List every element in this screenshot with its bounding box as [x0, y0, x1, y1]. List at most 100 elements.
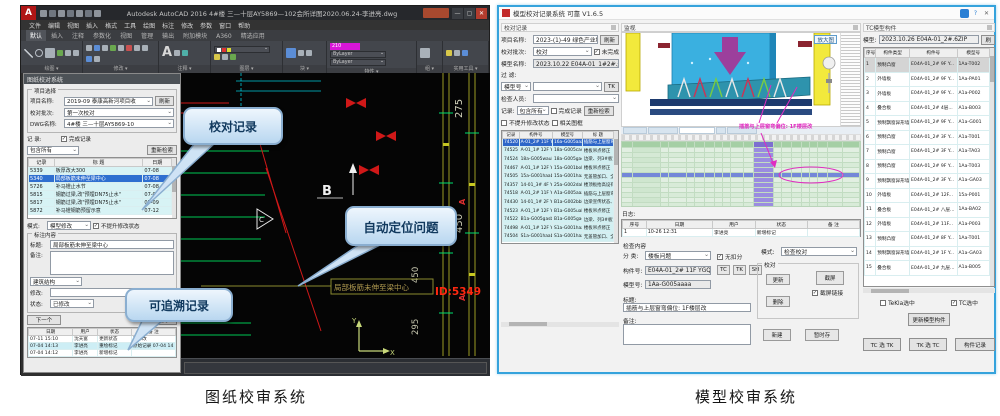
table-row[interactable]: 74520A-01_2# 11F YGC16a-G005aaaaa插筋与上层窗弯…: [503, 138, 614, 147]
measure-tool-icon[interactable]: [446, 50, 452, 56]
modify-tool-icon[interactable]: [86, 45, 92, 51]
table-row[interactable]: 7443014-01_1# 2F YGCB1a-G002bbbda边梁宣传状态、…: [503, 198, 614, 207]
panel-label[interactable]: 组: [417, 65, 442, 73]
feedback-icon[interactable]: [960, 9, 969, 18]
table-row[interactable]: 3外墙板E04A-01_2# 9F Y...A1a-P002: [865, 87, 990, 102]
ribbon-tab[interactable]: 参数化: [89, 30, 115, 41]
text-tool-icon[interactable]: A: [162, 47, 172, 59]
modify-tool-icon[interactable]: [134, 45, 140, 51]
tc-to-tk-button[interactable]: TC 选 TK: [863, 338, 901, 351]
maximize-icon[interactable]: [464, 8, 475, 19]
sheet-toolbar[interactable]: [621, 134, 861, 141]
circle-tool-icon[interactable]: [35, 49, 43, 57]
menu-item[interactable]: 窗口: [219, 21, 231, 30]
sheet-tab[interactable]: [716, 127, 726, 134]
table-row[interactable]: 10外墙板E04A-01_2# 12F...15a-P001: [865, 188, 990, 203]
part-record-button[interactable]: 构件记录: [955, 338, 995, 351]
h-scrollbar[interactable]: [501, 322, 619, 327]
title-input[interactable]: 插筋与上层窗弯偏位: 1F楼层改: [623, 303, 751, 312]
tc-select-checkbox[interactable]: [951, 300, 957, 306]
command-line[interactable]: [181, 358, 490, 376]
title-input[interactable]: 局部板筋未伸至梁中心: [50, 240, 174, 249]
table-row[interactable]: 2外墙板E04A-01_2# 9F Y...1Aa-PA01: [865, 72, 990, 87]
enlarge-button[interactable]: 放大图: [814, 35, 837, 44]
research-button[interactable]: 重新检索: [584, 106, 614, 116]
screenshot-link-checkbox[interactable]: [812, 290, 818, 296]
table-row[interactable]: 15叠合板E04A-01_2# 九层...A1a-B005: [865, 261, 990, 276]
ribbon-tab[interactable]: A360: [212, 32, 236, 41]
menu-item[interactable]: 工具: [124, 21, 136, 30]
ribbon-tab[interactable]: 管理: [137, 30, 157, 41]
close-icon[interactable]: [476, 8, 487, 19]
ribbon-tab[interactable]: 默认: [26, 30, 46, 41]
mode-combo[interactable]: 检查校对: [781, 247, 857, 256]
screenshot-button[interactable]: 截屏: [816, 271, 844, 285]
panel-label[interactable]: 修改: [83, 65, 158, 73]
linetype-combo[interactable]: ByLayer: [330, 51, 386, 58]
keep-checkbox[interactable]: [93, 223, 99, 229]
layer-tool-icon[interactable]: [222, 54, 228, 60]
layer-tool-icon[interactable]: [214, 54, 220, 60]
dwg-combo[interactable]: 4#楼 三—十层AY5869-10: [64, 119, 174, 128]
model-combo[interactable]: 2023.10.22 E04A-01_1#2#.丹.ZIP: [533, 59, 619, 68]
modify-tool-icon[interactable]: [110, 45, 116, 51]
minimize-icon[interactable]: [452, 8, 463, 19]
block-tool-icon[interactable]: [298, 50, 304, 56]
pin-icon[interactable]: [987, 25, 992, 30]
done-checkbox[interactable]: [61, 136, 67, 142]
table-row[interactable]: 6预制凸窗E04A-01_2# 3F Y...A1a-T001: [865, 130, 990, 145]
dim-tool-icon[interactable]: [174, 50, 180, 56]
batch-combo[interactable]: 第一次校对: [64, 108, 174, 117]
modify-tool-icon[interactable]: [142, 45, 148, 51]
ribbon-tab[interactable]: 视图: [116, 30, 136, 41]
lineweight-combo[interactable]: ByLayer: [330, 59, 386, 66]
table-row[interactable]: 13预制凸窗E04A-01_2# 8F Y...1Aa-T001: [865, 232, 990, 247]
table-row[interactable]: 7预制凸窗E04A-01_2# 3F Y...A1a-TA03: [865, 145, 990, 160]
tc-button[interactable]: TC: [717, 265, 730, 275]
ribbon-tab[interactable]: 附加模块: [179, 30, 211, 41]
table-row[interactable]: 4叠合板E04A-01_2# 4层...A1a-B003: [865, 101, 990, 116]
done-checkbox[interactable]: [551, 108, 557, 114]
color-swatch[interactable]: 210: [330, 43, 360, 50]
table-row[interactable]: 9预制飘窗异形墙E04A-01_2# 3F Y...A1a-GA03: [865, 174, 990, 189]
menu-item[interactable]: 编辑: [48, 21, 60, 30]
infocenter-bar[interactable]: [423, 8, 449, 18]
table-row[interactable]: 74498A-01_1# 12F YGCS1a-G001haaba楼板吊点修正: [503, 224, 614, 233]
qat-icon[interactable]: [85, 10, 92, 17]
table-row[interactable]: 7450515a-G001haaba15a-G001haaba无盖管加口、全部: [503, 172, 614, 181]
qat-icon[interactable]: [49, 10, 56, 17]
qat-icon[interactable]: [40, 10, 47, 17]
sheet-tab[interactable]: [623, 127, 647, 134]
update-parts-button[interactable]: 更新模型构件: [908, 313, 949, 326]
filter-combo[interactable]: 包含所有: [27, 146, 79, 155]
group-tool-icon[interactable]: [420, 48, 430, 58]
sheet-row[interactable]: [622, 203, 860, 207]
table-row[interactable]: 74523A-01_1# 12F YGCB1a-G005uaba楼板吊点修正: [503, 207, 614, 216]
refresh-button[interactable]: 刷新: [155, 96, 174, 106]
category-combo[interactable]: 楼板问题: [645, 251, 711, 260]
table-row[interactable]: 74467A-01_1# 12F YGC15a-G001boba楼板吊点修正: [503, 164, 614, 173]
pin-icon[interactable]: [853, 25, 858, 30]
filter-type-combo[interactable]: 模型号: [501, 82, 531, 91]
update-button[interactable]: 更新: [766, 274, 790, 285]
category-combo[interactable]: 建筑结构: [30, 277, 82, 286]
status-combo[interactable]: 已修改: [50, 299, 94, 308]
modify-tool-icon[interactable]: [118, 45, 124, 51]
modify-tool-icon[interactable]: [94, 56, 100, 62]
next-button[interactable]: 下一个: [27, 315, 61, 325]
menu-item[interactable]: 修改: [181, 21, 193, 30]
ribbon-tab[interactable]: 注释: [68, 30, 88, 41]
checker-combo[interactable]: [533, 94, 619, 103]
note-textarea[interactable]: [623, 324, 751, 345]
annotate-tool-icon[interactable]: [182, 50, 188, 56]
table-row[interactable]: 74525A-01_1# 12F YGC18a-G005casba楼板吊点修正: [503, 147, 614, 156]
frame-checkbox[interactable]: [552, 120, 558, 126]
menu-item[interactable]: 视图: [67, 21, 79, 30]
menu-item[interactable]: 标注: [162, 21, 174, 30]
tk-button[interactable]: TK: [604, 82, 619, 92]
ribbon-tab[interactable]: 插入: [47, 30, 67, 41]
refresh-button[interactable]: 刷新: [600, 35, 619, 45]
scrollbar[interactable]: [614, 131, 618, 243]
help-icon[interactable]: [971, 9, 980, 18]
sheet-tab[interactable]: [679, 127, 715, 134]
